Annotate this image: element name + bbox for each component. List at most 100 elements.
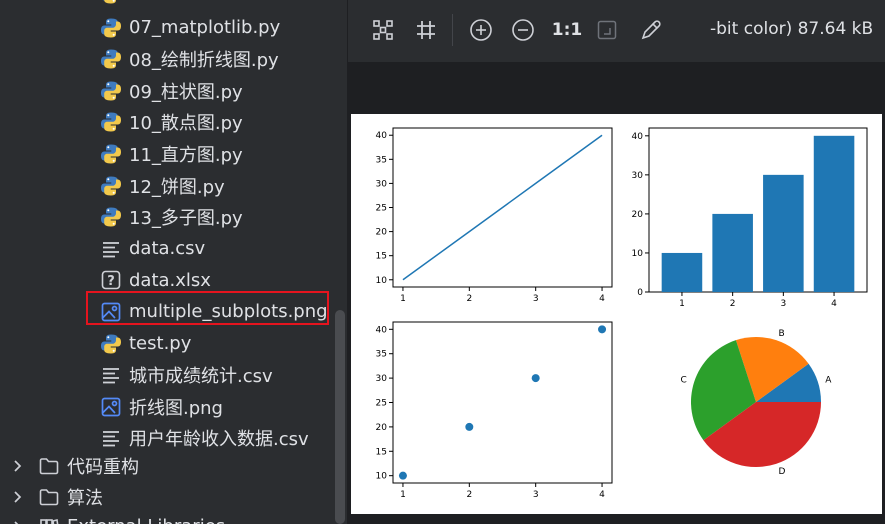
subplot-2-xtick-label: 2 <box>466 490 472 500</box>
image-canvas: 1 2 3 4 10 15 20 25 30 35 40 1 2 3 4 10 15 20 25 30 35 40 0 10 2… <box>351 114 882 514</box>
file-label: 09_柱状图.py <box>129 81 243 103</box>
actual-size-label: 1:1 <box>551 20 583 40</box>
zoom-out-icon <box>512 19 534 41</box>
subplot-0-xtick-label: 2 <box>466 294 472 304</box>
background-toggle-icon <box>597 20 617 40</box>
folder-icon <box>38 486 60 508</box>
tree-scrollbar[interactable] <box>335 310 345 524</box>
subplot-2-ytick-label: 20 <box>376 423 388 433</box>
image-info-text: -bit color) 87.64 kB <box>710 19 874 39</box>
text-file-icon <box>100 364 122 386</box>
bar <box>813 135 855 292</box>
file-label: 折线图.png <box>129 397 223 419</box>
fit-to-screen-button[interactable] <box>370 16 396 44</box>
external-libraries-item[interactable]: External Libraries <box>10 511 225 524</box>
zoom-out-button[interactable] <box>510 16 536 44</box>
zoom-in-button[interactable] <box>468 16 494 44</box>
file-label: 13_多子图.py <box>129 208 243 230</box>
python-file-icon <box>100 17 122 39</box>
chevron-right-icon <box>14 490 22 503</box>
file-item[interactable]: 11_直方图.py <box>100 138 243 169</box>
grid-icon <box>417 21 435 39</box>
subplot-0-ytick-label: 40 <box>376 131 388 141</box>
image-file-icon <box>100 396 122 418</box>
file-item[interactable]: 折线图.png <box>100 391 223 422</box>
subplot-2-ytick-label: 25 <box>376 399 387 409</box>
subplot-1-xtick-label: 3 <box>780 299 786 309</box>
subplot-1-ytick-label: 10 <box>632 249 644 259</box>
file-item[interactable]: 13_多子图.py <box>100 202 243 233</box>
file-item[interactable]: 10_散点图.py <box>100 107 243 138</box>
python-file-icon <box>100 206 122 228</box>
fit-to-screen-icon <box>373 20 393 40</box>
scatter-point <box>465 422 474 431</box>
text-file-icon <box>100 238 122 260</box>
subplot-2-ytick-label: 30 <box>376 374 388 384</box>
file-label: 07_matplotlib.py <box>129 17 281 38</box>
toolbar-separator <box>452 14 453 46</box>
subplot-1-xtick-label: 2 <box>730 299 736 309</box>
subplot-2-frame <box>392 321 613 484</box>
subplot-2-xtick-label: 4 <box>599 490 605 500</box>
color-picker-button[interactable] <box>638 16 664 44</box>
file-label: 08_绘制折线图.py <box>129 50 279 72</box>
subplot-1-ytick-label: 20 <box>632 210 644 220</box>
subplot-0-ytick-label: 10 <box>376 276 388 286</box>
python-file-icon <box>100 0 122 5</box>
subplot-0-ytick-label: 30 <box>376 179 388 189</box>
file-label: 城市成绩统计.csv <box>129 366 273 388</box>
python-file-icon <box>100 175 122 197</box>
bar <box>712 213 753 292</box>
pie-label: A <box>825 376 832 386</box>
color-picker-icon <box>641 20 661 40</box>
file-label: test.py <box>129 333 192 354</box>
subplot-0-xtick-label: 4 <box>599 294 605 304</box>
file-label: data.xlsx <box>129 269 211 291</box>
actual-size-button[interactable]: 1:1 <box>552 16 582 44</box>
chevron-right-icon <box>14 520 19 524</box>
subplot-1-ytick-label: 0 <box>637 288 643 298</box>
file-item[interactable]: 08_绘制折线图.py <box>100 44 279 75</box>
subplot-2-xtick-label: 1 <box>400 490 406 500</box>
subplot-0-ytick-label: 25 <box>376 204 387 214</box>
subplot-1-ytick-label: 40 <box>632 132 644 142</box>
python-file-icon <box>100 111 122 133</box>
background-toggle-button[interactable] <box>594 16 620 44</box>
library-icon <box>38 516 60 524</box>
file-label: 12_饼图.py <box>129 176 225 198</box>
file-item[interactable]: data.csv <box>100 233 205 264</box>
file-item[interactable]: test.py <box>100 328 191 359</box>
pie-label: C <box>680 376 686 386</box>
project-file-tree: 07_matplotlib.py 08_绘制折线图.py 09_柱状图.py 10_散… <box>0 0 335 524</box>
python-file-icon <box>100 48 122 70</box>
file-label: External Libraries <box>67 516 225 524</box>
image-viewer: 1:1 -bit color) 87.64 kB 1 2 3 4 10 15 20 25 30 3… <box>348 0 885 524</box>
python-file-icon <box>100 143 122 165</box>
file-label: 11_直方图.py <box>129 144 243 166</box>
text-file-icon <box>100 427 122 449</box>
file-item[interactable]: 09_柱状图.py <box>100 75 243 106</box>
chevron-right-icon <box>14 459 22 472</box>
folder-icon <box>38 455 60 477</box>
folder-item[interactable]: 算法 <box>10 481 103 512</box>
file-label: data.csv <box>129 238 206 260</box>
multiple-subplots-figure: 1 2 3 4 10 15 20 25 30 35 40 1 2 3 4 10 15 20 25 30 35 40 0 10 2… <box>376 127 868 500</box>
subplot-0-ytick-label: 35 <box>376 155 387 165</box>
subplot-0-ytick-label: 15 <box>376 252 387 262</box>
selection-highlight-box <box>86 291 329 325</box>
grid-toggle-button[interactable] <box>413 16 439 44</box>
file-item[interactable]: 12_饼图.py <box>100 170 225 201</box>
folder-item[interactable]: 代码重构 <box>10 450 139 481</box>
svg-text:?: ? <box>107 274 115 289</box>
subplot-2-ytick-label: 10 <box>376 472 388 482</box>
file-label: 代码重构 <box>67 456 139 478</box>
subplot-0-xtick-label: 3 <box>533 294 539 304</box>
unknown-file-icon: ? <box>100 269 122 291</box>
file-item-partial-top[interactable] <box>100 0 129 9</box>
subplot-2-ytick-label: 40 <box>376 325 388 335</box>
subplot-2-ytick-label: 15 <box>376 447 387 457</box>
bar <box>661 252 703 292</box>
file-label: 用户年龄收入数据.csv <box>129 429 309 451</box>
file-item[interactable]: 07_matplotlib.py <box>100 12 280 43</box>
file-item[interactable]: 城市成绩统计.csv <box>100 360 273 391</box>
